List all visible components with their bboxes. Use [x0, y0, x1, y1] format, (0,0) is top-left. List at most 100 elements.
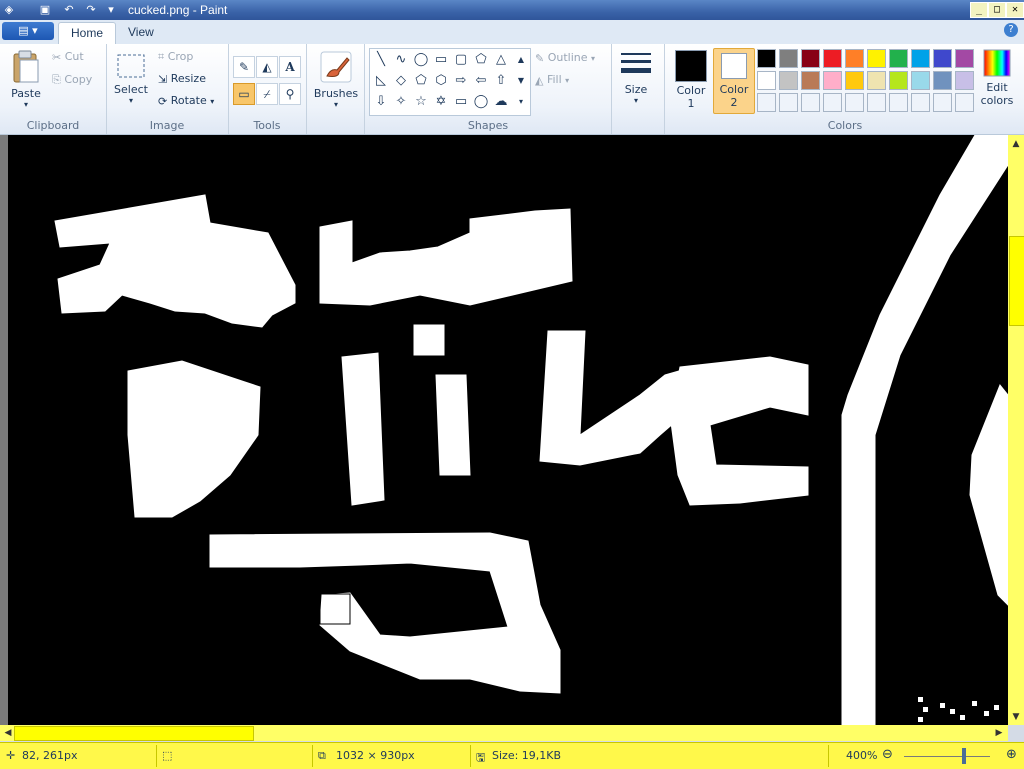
crop-button[interactable]: ⌗ Crop — [158, 50, 193, 64]
color-swatch[interactable] — [889, 49, 908, 68]
save-icon[interactable]: ▣ — [38, 3, 52, 17]
scroll-right-arrow-icon[interactable]: ▶ — [992, 726, 1006, 740]
undo-icon[interactable]: ↶ — [62, 3, 76, 17]
custom-color-slot[interactable] — [933, 93, 952, 112]
color-swatch[interactable] — [823, 49, 842, 68]
color-picker-icon[interactable]: ⌿ — [256, 83, 278, 105]
four-point-star-shape-icon[interactable]: ✧ — [392, 93, 410, 111]
color-swatch[interactable] — [911, 71, 930, 90]
custom-color-slot[interactable] — [867, 93, 886, 112]
paste-button[interactable]: Paste ▾ — [6, 48, 46, 109]
scroll-up-arrow-icon[interactable]: ▲ — [1009, 137, 1023, 151]
oval-callout-shape-icon[interactable]: ◯ — [472, 93, 490, 111]
custom-color-slot[interactable] — [779, 93, 798, 112]
polygon-shape-icon[interactable]: ⬠ — [472, 51, 490, 69]
color-swatch[interactable] — [911, 49, 930, 68]
brushes-button[interactable]: Brushes ▾ — [312, 50, 360, 109]
size-button[interactable]: Size ▾ — [614, 50, 658, 105]
color-swatch[interactable] — [867, 71, 886, 90]
select-button[interactable]: Select ▾ — [112, 52, 150, 105]
paint-menu-button[interactable]: ▤ ▾ — [2, 22, 54, 40]
left-arrow-shape-icon[interactable]: ⇦ — [472, 72, 490, 90]
right-triangle-shape-icon[interactable]: ◺ — [372, 72, 390, 90]
eraser-icon[interactable]: ▭ — [233, 83, 255, 105]
custom-color-slot[interactable] — [801, 93, 820, 112]
horizontal-scroll-thumb[interactable] — [14, 726, 254, 741]
color-swatch[interactable] — [845, 71, 864, 90]
color-swatch[interactable] — [955, 49, 974, 68]
resize-button[interactable]: ⇲ Resize — [158, 72, 206, 86]
custom-color-slot[interactable] — [889, 93, 908, 112]
outline-button[interactable]: ✎ Outline ▾ — [535, 51, 595, 65]
maximize-button[interactable]: □ — [988, 2, 1006, 18]
color-swatch[interactable] — [933, 49, 952, 68]
right-arrow-shape-icon[interactable]: ⇨ — [452, 72, 470, 90]
triangle-shape-icon[interactable]: △ — [492, 51, 510, 69]
up-arrow-shape-icon[interactable]: ⇧ — [492, 72, 510, 90]
expand-gallery-icon[interactable]: ▾ — [512, 93, 530, 111]
paint-app-icon[interactable]: ◈ — [2, 3, 16, 17]
pencil-icon[interactable]: ✎ — [233, 56, 255, 78]
cloud-callout-shape-icon[interactable]: ☁ — [492, 93, 510, 111]
custom-color-slot[interactable] — [823, 93, 842, 112]
zoom-in-icon[interactable]: ⊕ — [1006, 747, 1017, 762]
scroll-down-arrow-icon[interactable]: ▼ — [1009, 710, 1023, 724]
scroll-left-arrow-icon[interactable]: ◀ — [1, 726, 15, 740]
color1-button[interactable]: Color 1 — [671, 48, 711, 110]
color-swatch[interactable] — [867, 49, 886, 68]
color-swatch[interactable] — [801, 71, 820, 90]
color-swatch[interactable] — [845, 49, 864, 68]
zoom-slider-track[interactable] — [904, 756, 990, 757]
diamond-shape-icon[interactable]: ◇ — [392, 72, 410, 90]
color-swatch[interactable] — [779, 49, 798, 68]
down-arrow-shape-icon[interactable]: ⇩ — [372, 93, 390, 111]
color2-button[interactable]: Color 2 — [713, 48, 755, 114]
magnifier-icon[interactable]: ⚲ — [279, 83, 301, 105]
curve-shape-icon[interactable]: ∿ — [392, 51, 410, 69]
fill-button[interactable]: ◭ Fill ▾ — [535, 73, 569, 87]
custom-color-slot[interactable] — [955, 93, 974, 112]
zoom-slider-thumb[interactable] — [962, 748, 966, 764]
fill-bucket-icon[interactable]: ◭ — [256, 56, 278, 78]
custom-color-slot[interactable] — [845, 93, 864, 112]
scroll-down-icon[interactable]: ▼ — [512, 72, 530, 90]
scroll-up-icon[interactable]: ▲ — [512, 51, 530, 69]
custom-color-slot[interactable] — [911, 93, 930, 112]
vertical-scrollbar[interactable] — [1008, 135, 1024, 725]
color-swatch[interactable] — [779, 71, 798, 90]
custom-color-slot[interactable] — [757, 93, 776, 112]
color-swatch[interactable] — [801, 49, 820, 68]
color-swatch[interactable] — [823, 71, 842, 90]
rectangle-shape-icon[interactable]: ▭ — [432, 51, 450, 69]
drawing-canvas[interactable] — [0, 135, 1008, 725]
oval-shape-icon[interactable]: ◯ — [412, 51, 430, 69]
hexagon-shape-icon[interactable]: ⬡ — [432, 72, 450, 90]
copy-icon: ⎘ — [52, 73, 61, 86]
color-swatch[interactable] — [757, 49, 776, 68]
line-shape-icon[interactable]: ╲ — [372, 51, 390, 69]
color-swatch[interactable] — [955, 71, 974, 90]
five-point-star-shape-icon[interactable]: ☆ — [412, 93, 430, 111]
edit-colors-button[interactable]: Edit colors — [977, 48, 1017, 107]
color-swatch[interactable] — [933, 71, 952, 90]
rotate-button[interactable]: ⟳ Rotate ▾ — [158, 94, 214, 108]
redo-icon[interactable]: ↷ — [84, 3, 98, 17]
zoom-out-icon[interactable]: ⊖ — [882, 747, 893, 762]
minimize-button[interactable]: _ — [970, 2, 988, 18]
color-swatch[interactable] — [889, 71, 908, 90]
close-button[interactable]: ✕ — [1006, 2, 1024, 18]
six-point-star-shape-icon[interactable]: ✡ — [432, 93, 450, 111]
text-tool-icon[interactable]: A — [279, 56, 301, 78]
rounded-callout-shape-icon[interactable]: ▭ — [452, 93, 470, 111]
rounded-rectangle-shape-icon[interactable]: ▢ — [452, 51, 470, 69]
cut-button[interactable]: ✂ Cut — [52, 50, 84, 64]
color-swatch[interactable] — [757, 71, 776, 90]
tab-home[interactable]: Home — [58, 22, 117, 45]
tab-view[interactable]: View — [116, 22, 166, 44]
help-icon[interactable]: ? — [1004, 23, 1018, 37]
pentagon-shape-icon[interactable]: ⬠ — [412, 72, 430, 90]
vertical-scroll-thumb[interactable] — [1009, 236, 1024, 326]
tools-group-label: Tools — [253, 119, 281, 132]
copy-button[interactable]: ⎘ Copy — [52, 73, 92, 87]
customize-toolbar-icon[interactable]: ▾ — [104, 3, 118, 17]
